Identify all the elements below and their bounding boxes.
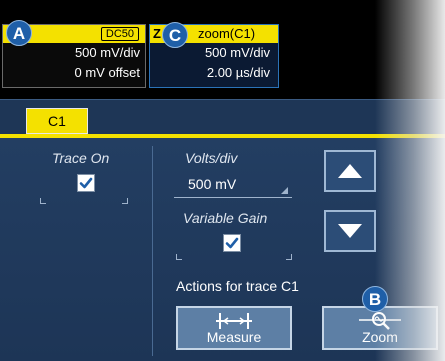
volts-div-field[interactable]: 500 mV [174, 176, 292, 198]
measure-button[interactable]: Measure [176, 306, 292, 350]
trace-on-label: Trace On [52, 150, 110, 166]
callout-marker-b: B [362, 286, 388, 312]
oscilloscope-screen: DC50 500 mV/div 0 mV offset Z zoom(C1) 5… [0, 0, 445, 361]
group-corner [40, 198, 46, 204]
tab-c1[interactable]: C1 [26, 108, 88, 134]
up-arrow-icon [338, 164, 362, 178]
callout-marker-c: C [162, 22, 188, 48]
coupling-badge: DC50 [100, 27, 139, 41]
zoom-letter: Z [153, 26, 161, 41]
volts-div-label: Volts/div [185, 150, 238, 166]
dialog-body: Trace On Volts/div 500 mV Variable Gain [0, 138, 445, 361]
c1-volts-div: 500 mV/div [74, 45, 140, 60]
group-corner [286, 254, 292, 260]
measure-button-label: Measure [206, 329, 262, 345]
variable-gain-label: Variable Gain [183, 210, 268, 226]
check-icon [225, 237, 239, 249]
group-corner [176, 254, 182, 260]
c1-offset: 0 mV offset [74, 65, 140, 80]
actions-label: Actions for trace C1 [176, 278, 299, 294]
volts-down-button[interactable] [324, 210, 376, 252]
volts-up-button[interactable] [324, 150, 376, 192]
group-corner [122, 198, 128, 204]
trace-on-checkbox[interactable] [77, 174, 95, 192]
down-arrow-icon [338, 224, 362, 238]
measure-icon [216, 313, 252, 329]
callout-marker-a: A [6, 20, 32, 46]
variable-gain-checkbox[interactable] [223, 234, 241, 252]
zoom-title: zoom(C1) [198, 26, 256, 41]
zoom-button-label: Zoom [362, 329, 398, 345]
volts-div-value: 500 mV [188, 176, 237, 192]
channel-dialog: C1 Trace On Volts/div 500 mV Variable Ga… [0, 99, 445, 361]
section-divider [152, 146, 153, 356]
zoom-button[interactable]: Zoom [322, 306, 438, 350]
field-corner-marker [281, 187, 288, 194]
check-icon [79, 177, 93, 189]
zoom-time-div: 2.00 µs/div [206, 65, 270, 80]
